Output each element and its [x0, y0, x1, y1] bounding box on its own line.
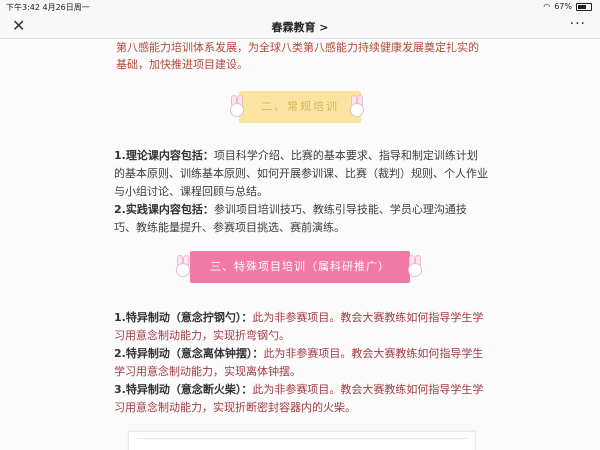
battery-percent: 67%	[554, 2, 572, 11]
status-right: ◠ 67%	[543, 2, 592, 11]
battery-icon	[576, 2, 592, 11]
list-item: 2.特异制动（意念离体钟摆）：此为非参赛项目。教会大赛教练如何指导学生学习用意念…	[114, 345, 488, 381]
special-training-block: 1.特异制动（意念拧钢勺）：此为非参赛项目。教会大赛教练如何指导学生学习用意念制…	[112, 309, 488, 417]
list-item: 1.特异制动（意念拧钢勺）：此为非参赛项目。教会大赛教练如何指导学生学习用意念制…	[114, 309, 488, 345]
bunny-icon	[176, 255, 190, 277]
section-title-two: 二、常规培训	[239, 91, 361, 123]
bunny-icon	[408, 255, 422, 277]
next-card	[128, 431, 476, 450]
article-body: 第八感能力培训体系发展，为全球八类第八感能力持续健康发展奠定扎实的基础，加快推进…	[112, 39, 488, 417]
section-banner-two: 二、常规培训	[112, 91, 488, 131]
page-title[interactable]: 春霖教育 >	[0, 19, 600, 35]
practice-label: 2.实践课内容包括：	[114, 203, 214, 216]
more-icon[interactable]: ···	[570, 16, 586, 32]
section-title-three: 三、特殊项目培训（属科研推广）	[190, 251, 410, 283]
list-item: 3.特异制动（意念断火柴）：此为非参赛项目。教会大赛教练如何指导学生学习用意念制…	[114, 381, 488, 417]
article-scroll-area[interactable]: 第八感能力培训体系发展，为全球八类第八感能力持续健康发展奠定扎实的基础，加快推进…	[0, 39, 600, 450]
item-label: 1.特异制动（意念拧钢勺）：	[114, 311, 253, 324]
bunny-icon	[230, 95, 244, 117]
nav-bar: ✕ 春霖教育 > ···	[0, 14, 600, 39]
bunny-icon	[350, 95, 364, 117]
wifi-icon: ◠	[543, 2, 551, 11]
regular-training-block: 1.理论课内容包括：项目科学介绍、比赛的基本要求、指导和制定训练计划的基本原则、…	[112, 147, 488, 237]
section-banner-three: 三、特殊项目培训（属科研推广）	[112, 251, 488, 291]
item-label: 2.特异制动（意念离体钟摆）：	[114, 347, 264, 360]
theory-paragraph: 1.理论课内容包括：项目科学介绍、比赛的基本要求、指导和制定训练计划的基本原则、…	[114, 147, 488, 201]
status-time-date: 下午3:42 4月26日周一	[6, 3, 90, 12]
item-label: 3.特异制动（意念断火柴）：	[114, 383, 253, 396]
intro-paragraph: 第八感能力培训体系发展，为全球八类第八感能力持续健康发展奠定扎实的基础，加快推进…	[116, 41, 479, 71]
practice-paragraph: 2.实践课内容包括：参训项目培训技巧、教练引导技能、学员心理沟通技巧、教练能量提…	[114, 201, 488, 237]
status-bar: 下午3:42 4月26日周一 ◠ 67%	[0, 0, 600, 14]
theory-label: 1.理论课内容包括：	[114, 149, 214, 162]
